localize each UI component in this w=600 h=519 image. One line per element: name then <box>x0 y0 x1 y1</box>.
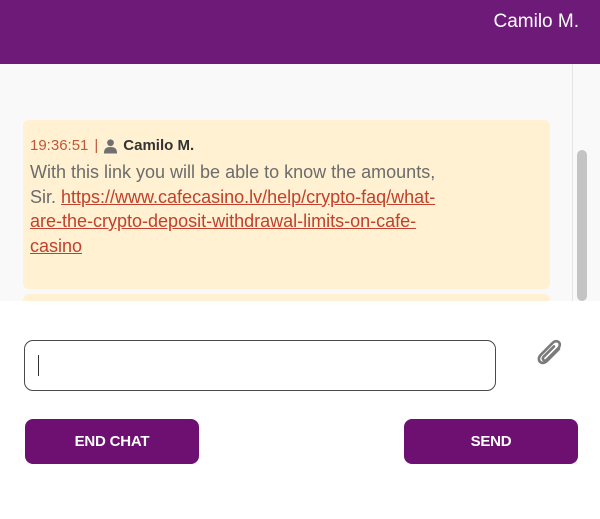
user-icon <box>104 139 118 154</box>
message-input-field[interactable] <box>25 341 495 390</box>
chat-message-partial <box>23 294 550 301</box>
scrollbar-thumb[interactable] <box>577 150 587 301</box>
chat-transcript[interactable]: 19:36:51 | Camilo M. With this link you … <box>0 64 600 301</box>
chat-message: 19:36:51 | Camilo M. With this link you … <box>23 120 550 289</box>
scrollbar[interactable] <box>572 64 591 301</box>
message-link[interactable]: https://www.cafecasino.lv/help/crypto-fa… <box>30 187 435 256</box>
message-meta: 19:36:51 | Camilo M. <box>30 136 194 156</box>
text-caret <box>38 355 39 376</box>
paperclip-icon[interactable] <box>532 337 568 373</box>
message-author: Camilo M. <box>123 137 195 154</box>
send-button[interactable]: SEND <box>404 419 578 464</box>
message-time: 19:36:51 <box>30 137 89 154</box>
message-text: With this link you will be able to know … <box>30 160 460 258</box>
message-input[interactable] <box>24 340 496 391</box>
chat-header: Camilo M. <box>0 0 600 64</box>
message-separator: | <box>94 137 99 154</box>
agent-name: Camilo M. <box>493 11 579 32</box>
end-chat-button[interactable]: END CHAT <box>25 419 199 464</box>
